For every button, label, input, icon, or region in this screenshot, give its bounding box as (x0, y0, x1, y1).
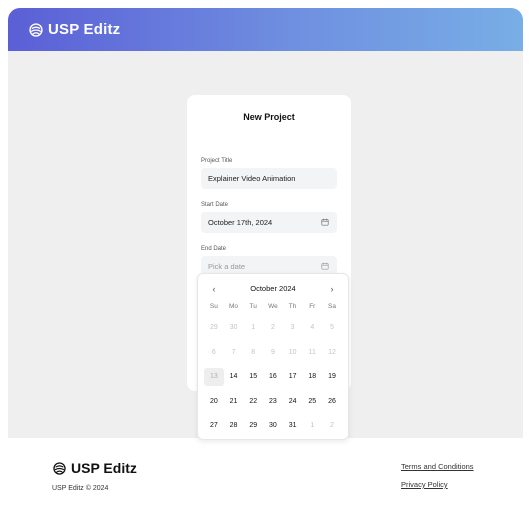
calendar-week: 27 28 29 30 31 1 2 (204, 414, 342, 439)
footer-brand[interactable]: USP Editz (53, 460, 137, 476)
calendar-day[interactable]: 1 (243, 319, 263, 337)
calendar-day[interactable]: 9 (263, 344, 283, 362)
calendar-day[interactable]: 19 (322, 368, 342, 386)
card-title: New Project (243, 112, 295, 122)
calendar-icon (321, 262, 329, 270)
calendar-day[interactable]: 26 (322, 393, 342, 411)
calendar-grid: 29 30 1 2 3 4 5 6 7 8 9 10 11 12 13 14 1… (204, 316, 342, 439)
weekday-label: We (268, 303, 278, 310)
weekday-label: Tu (249, 303, 257, 310)
calendar-day[interactable]: 23 (263, 393, 283, 411)
calendar-day[interactable]: 29 (243, 417, 263, 435)
calendar-day[interactable]: 6 (204, 344, 224, 362)
calendar-week: 20 21 22 23 24 25 26 (204, 390, 342, 415)
calendar-day[interactable]: 18 (302, 368, 322, 386)
calendar-day[interactable]: 27 (204, 417, 224, 435)
footer-brand-name: USP Editz (71, 460, 137, 476)
brand[interactable]: USP Editz (29, 21, 120, 38)
weekday-label: Mo (229, 303, 239, 310)
calendar-day[interactable]: 8 (243, 344, 263, 362)
weekday-label: Th (288, 303, 297, 310)
privacy-link[interactable]: Privacy Policy (401, 480, 448, 489)
calendar-day[interactable]: 20 (204, 393, 224, 411)
brand-name: USP Editz (48, 21, 121, 38)
calendar-day[interactable]: 3 (283, 319, 303, 337)
calendar-day[interactable]: 2 (322, 417, 342, 435)
start-date-value: October 17th, 2024 (208, 218, 273, 227)
calendar-day[interactable]: 30 (224, 319, 244, 337)
calendar-day[interactable]: 14 (224, 368, 244, 386)
calendar-day[interactable]: 17 (283, 368, 303, 386)
project-title-label: Project Title (201, 158, 233, 164)
calendar-day[interactable]: 1 (302, 417, 322, 435)
weekday-label: Sa (327, 303, 336, 310)
calendar-day[interactable]: 4 (302, 319, 322, 337)
top-header: USP Editz (8, 8, 523, 51)
calendar-day[interactable]: 28 (224, 417, 244, 435)
calendar-week: 29 30 1 2 3 4 5 (204, 316, 342, 341)
calendar-week: 13 14 15 16 17 18 19 (204, 365, 342, 390)
calendar-day[interactable]: 29 (204, 319, 224, 337)
calendar-day-today[interactable]: 13 (204, 368, 224, 387)
calendar-day[interactable]: 21 (224, 393, 244, 411)
calendar-day[interactable]: 30 (263, 417, 283, 435)
calendar-icon (321, 218, 329, 226)
calendar-day[interactable]: 10 (283, 344, 303, 362)
calendar-day[interactable]: 25 (302, 393, 322, 411)
weekday-label: Su (209, 303, 218, 310)
weekday-row: Su Mo Tu We Th Fr Sa (204, 303, 342, 310)
project-title-input[interactable]: Explainer Video Animation (201, 168, 337, 189)
calendar-day[interactable]: 2 (263, 319, 283, 337)
calendar-day[interactable]: 16 (263, 368, 283, 386)
calendar-day[interactable]: 24 (283, 393, 303, 411)
calendar-day[interactable]: 7 (224, 344, 244, 362)
end-date-label: End Date (201, 246, 227, 252)
logo-icon (29, 22, 43, 37)
calendar-week: 6 7 8 9 10 11 12 (204, 341, 342, 366)
calendar-day[interactable]: 31 (283, 417, 303, 435)
next-month-button[interactable]: › (326, 283, 338, 295)
terms-link[interactable]: Terms and Conditions (401, 462, 474, 471)
start-date-picker[interactable]: October 17th, 2024 (201, 212, 337, 233)
end-date-placeholder: Pick a date (208, 262, 246, 271)
project-title-value: Explainer Video Animation (208, 174, 296, 183)
calendar-day[interactable]: 5 (322, 319, 342, 337)
calendar-day[interactable]: 15 (243, 368, 263, 386)
calendar-day[interactable]: 12 (322, 344, 342, 362)
copyright-text: USP Editz © 2024 (52, 485, 109, 492)
calendar-header: ‹ October 2024 › (198, 283, 348, 295)
date-picker-popover: ‹ October 2024 › Su Mo Tu We Th Fr Sa 29… (197, 273, 349, 440)
weekday-label: Fr (309, 303, 316, 310)
start-date-label: Start Date (201, 202, 229, 208)
calendar-day[interactable]: 22 (243, 393, 263, 411)
logo-icon (53, 461, 66, 475)
calendar-day[interactable]: 11 (302, 344, 322, 362)
